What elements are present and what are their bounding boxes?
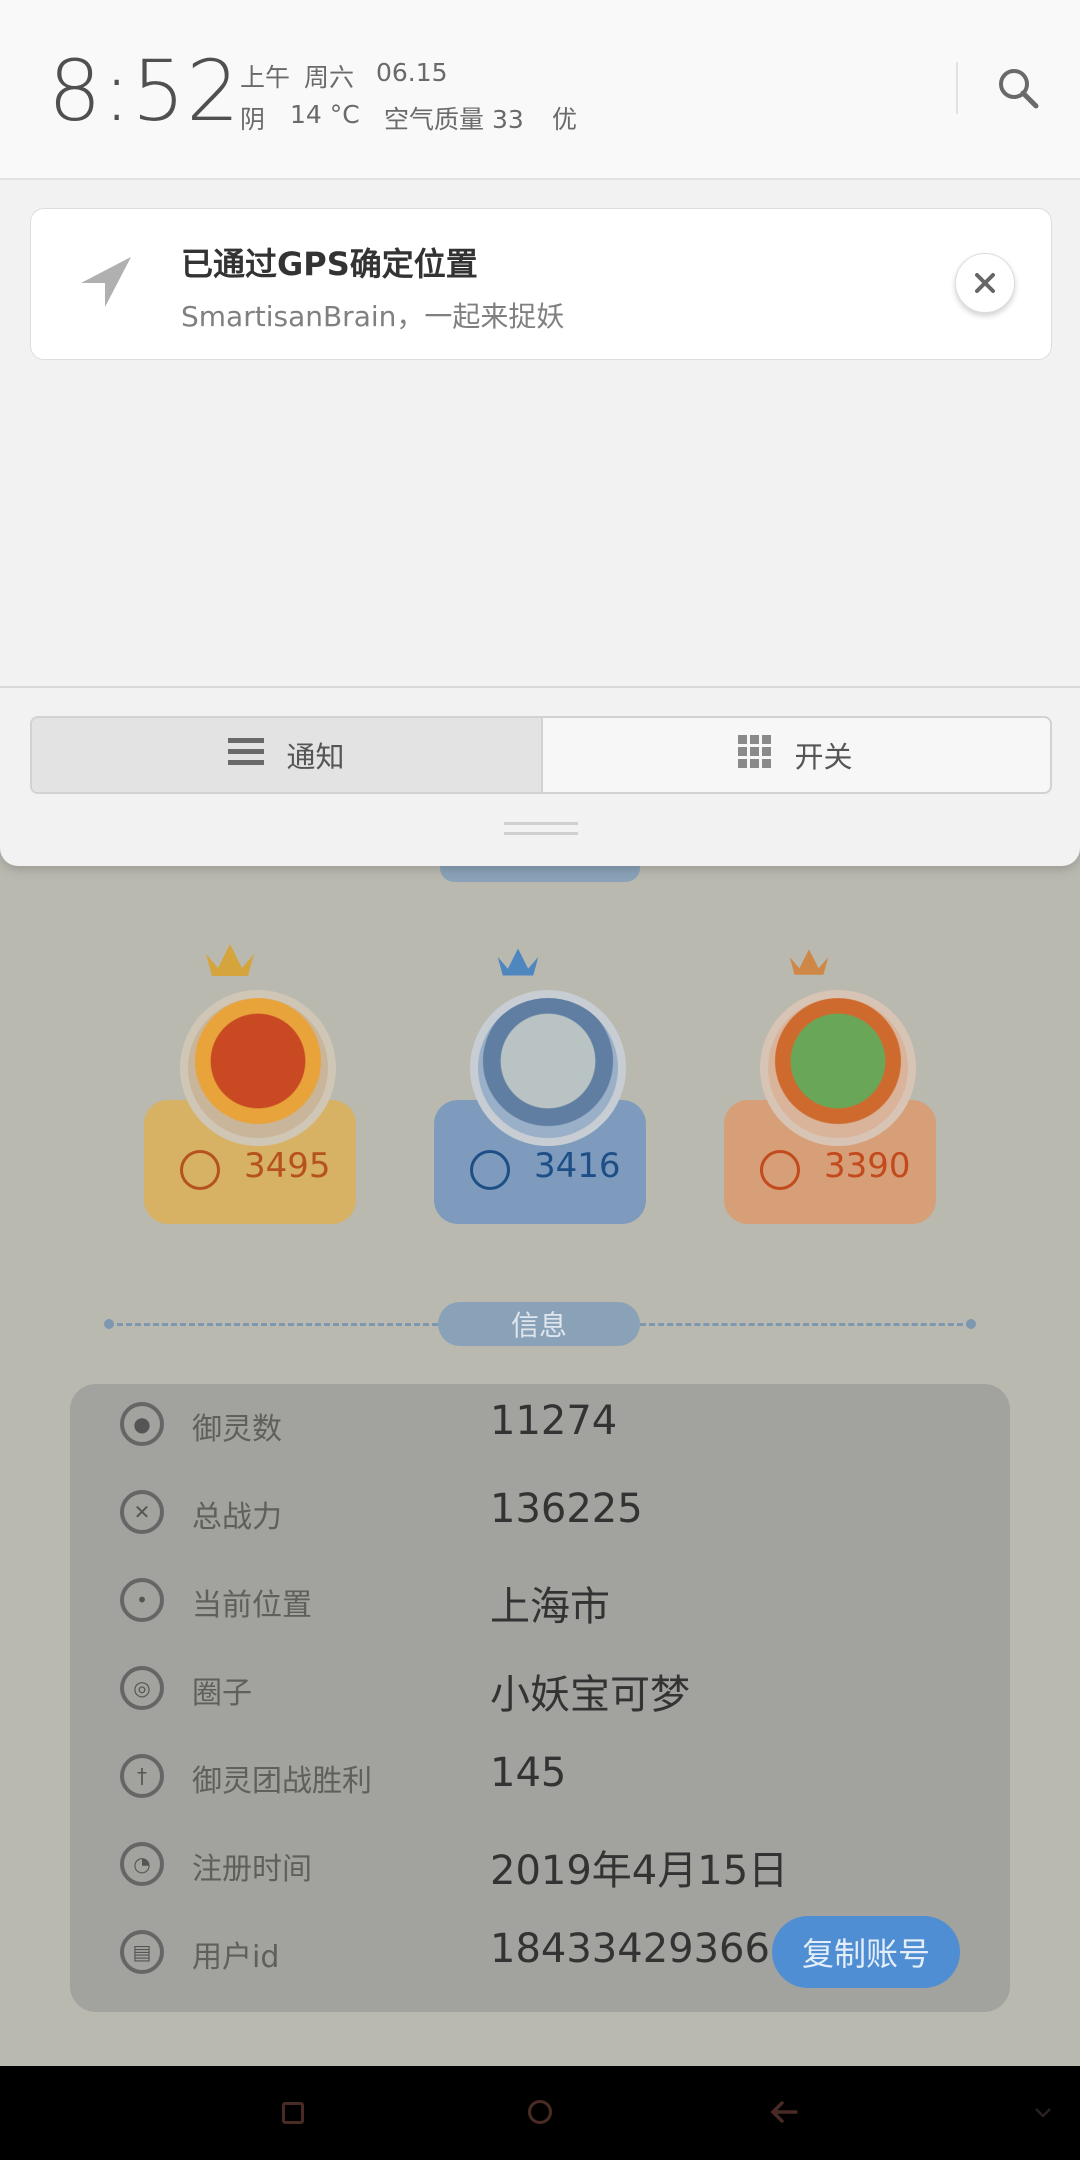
recents-button[interactable] xyxy=(282,2102,304,2124)
info-label: 御灵团战胜利 xyxy=(192,1764,372,1799)
divider-dot-left xyxy=(104,1319,114,1329)
date: 06.15 xyxy=(376,58,448,87)
info-value: 145 xyxy=(490,1750,567,1796)
grid-icon xyxy=(738,734,772,776)
section-title-info: 信息 xyxy=(438,1302,640,1346)
info-row-power: ✕ 总战力 136225 xyxy=(70,1472,1010,1552)
divider-left xyxy=(108,1323,438,1326)
weekday: 周六 xyxy=(304,63,355,92)
tab-toggles[interactable]: 开关 xyxy=(541,718,1050,792)
air-quality-level: 优 xyxy=(552,105,578,134)
info-value: 上海市 xyxy=(490,1584,610,1630)
info-value: 2019年4月15日 xyxy=(490,1848,789,1894)
notification-body: SmartisanBrain，一起来捉妖 xyxy=(181,300,565,333)
info-row-team-battle: † 御灵团战胜利 145 xyxy=(70,1736,1010,1816)
info-card: ● 御灵数 11274 ✕ 总战力 136225 • 当前位置 上海市 ◎ 圈子… xyxy=(70,1384,1010,2012)
info-row-register-date: ◔ 注册时间 2019年4月15日 xyxy=(70,1824,1010,1904)
champion-card-3[interactable]: 3390 xyxy=(724,990,936,1224)
champion-avatar-1 xyxy=(180,990,336,1146)
champion-avatar-2 xyxy=(470,990,626,1146)
power-icon: ✕ xyxy=(120,1490,164,1534)
team-battle-icon: † xyxy=(120,1754,164,1798)
temperature: 14 °C xyxy=(290,100,360,129)
shade-tab-switch: 通知 开关 xyxy=(30,716,1052,794)
tab-notifications[interactable]: 通知 xyxy=(32,718,543,792)
navigation-bar xyxy=(0,2066,1080,2160)
info-value: 18433429366 xyxy=(490,1926,770,1972)
shade-separator xyxy=(0,686,1080,688)
info-row-location: • 当前位置 上海市 xyxy=(70,1560,1010,1640)
clock-time: 8:52 xyxy=(48,42,241,140)
shade-header: 8:52 上午 周六 06.15 阴 14 °C 空气质量 33 优 xyxy=(0,0,1080,180)
info-label: 御灵数 xyxy=(192,1412,282,1447)
close-icon[interactable] xyxy=(955,253,1015,313)
info-row-user-id: ▤ 用户id 18433429366 复制账号 xyxy=(70,1912,1010,1992)
notification-title: 已通过GPS确定位置 xyxy=(181,245,478,283)
crown-gold-icon xyxy=(204,940,256,984)
divider-right xyxy=(640,1323,972,1326)
info-label: 总战力 xyxy=(192,1500,282,1535)
champion-avatar-3 xyxy=(760,990,916,1146)
battle-icon xyxy=(760,1150,800,1190)
spirit-icon: ● xyxy=(120,1402,164,1446)
info-label: 注册时间 xyxy=(192,1852,312,1887)
tab-notifications-label: 通知 xyxy=(286,740,345,774)
battle-icon xyxy=(470,1150,510,1190)
champion-card-2[interactable]: 3416 xyxy=(434,990,646,1224)
info-value: 小妖宝可梦 xyxy=(490,1672,690,1718)
search-icon[interactable] xyxy=(996,66,1040,110)
location-icon: • xyxy=(120,1578,164,1622)
battle-icon xyxy=(180,1150,220,1190)
info-label: 用户id xyxy=(192,1940,280,1975)
clock-icon: ◔ xyxy=(120,1842,164,1886)
info-label: 圈子 xyxy=(192,1676,252,1711)
home-button[interactable] xyxy=(528,2100,552,2124)
champion-score: 3416 xyxy=(534,1146,621,1186)
drag-handle[interactable] xyxy=(504,818,578,840)
air-quality: 空气质量 33 xyxy=(384,105,524,134)
info-value: 11274 xyxy=(490,1398,618,1444)
info-label: 当前位置 xyxy=(192,1588,312,1623)
circle-icon: ◎ xyxy=(120,1666,164,1710)
header-divider xyxy=(956,62,958,114)
info-value: 136225 xyxy=(490,1486,643,1532)
champion-card-1[interactable]: 3495 xyxy=(144,990,356,1224)
weather: 阴 xyxy=(240,105,266,134)
notification-shade: 8:52 上午 周六 06.15 阴 14 °C 空气质量 33 优 已通过GP… xyxy=(0,0,1080,866)
back-button[interactable] xyxy=(770,2100,798,2128)
info-row-spirits: ● 御灵数 11274 xyxy=(70,1384,1010,1464)
champion-score: 3495 xyxy=(244,1146,331,1186)
period: 上午 xyxy=(240,63,291,92)
champion-score: 3390 xyxy=(824,1146,911,1186)
hide-nav-icon[interactable] xyxy=(1034,2104,1052,2123)
list-icon xyxy=(228,736,265,775)
crown-silver-icon xyxy=(496,944,540,984)
tab-toggles-label: 开关 xyxy=(794,740,853,774)
location-arrow-icon xyxy=(77,253,135,315)
id-icon: ▤ xyxy=(120,1930,164,1974)
notification-card[interactable]: 已通过GPS确定位置 SmartisanBrain，一起来捉妖 xyxy=(30,208,1052,360)
divider-dot-right xyxy=(966,1319,976,1329)
copy-account-button[interactable]: 复制账号 xyxy=(772,1916,960,1988)
crown-bronze-icon xyxy=(788,946,830,982)
info-row-circle: ◎ 圈子 小妖宝可梦 xyxy=(70,1648,1010,1728)
